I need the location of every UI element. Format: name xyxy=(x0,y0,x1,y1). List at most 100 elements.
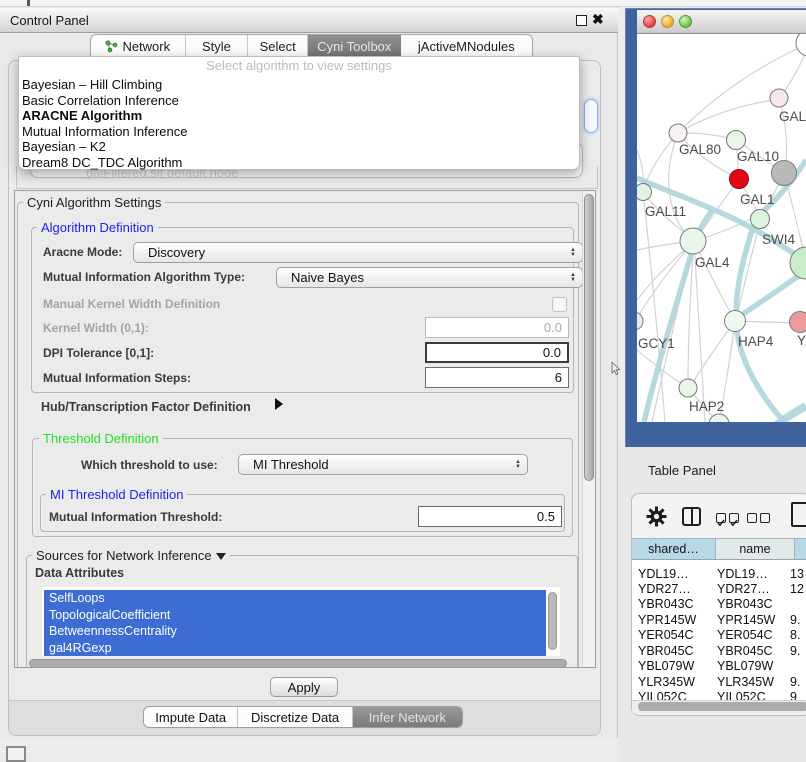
table-cell: YBR045C xyxy=(638,644,694,659)
tab-impute-data[interactable]: Impute Data xyxy=(144,707,238,727)
close-icon[interactable]: ✖ xyxy=(592,11,604,28)
close-traffic-light[interactable] xyxy=(643,15,656,28)
tab-cyni-toolbox[interactable]: Cyni Toolbox xyxy=(308,35,401,57)
dropdown-item[interactable]: Dream8 DC_TDC Algorithm xyxy=(22,155,572,170)
table-cell: YLR345W xyxy=(638,675,695,690)
table-row[interactable]: YLR345WYLR345W9. xyxy=(632,675,806,690)
mi-threshold-label: Mutual Information Threshold: xyxy=(49,510,222,524)
node-label: GAL4 xyxy=(695,255,730,270)
mi-steps-input[interactable]: 6 xyxy=(425,367,569,388)
table-cell: YDR27… xyxy=(638,582,691,597)
collapsed-panel-icon[interactable] xyxy=(6,746,26,762)
algorithm-combo-focused[interactable] xyxy=(584,99,598,133)
tab-network[interactable]: Network xyxy=(91,35,186,57)
node-label: GAL11 xyxy=(645,204,686,219)
table-cell: YBL079W xyxy=(638,659,694,674)
table-cell: YER054C xyxy=(717,628,773,643)
float-window-icon[interactable] xyxy=(576,15,587,26)
document-icon[interactable] xyxy=(791,502,806,527)
tab-select[interactable]: Select xyxy=(248,35,308,57)
table-cell: YDL19… xyxy=(638,567,689,582)
unchecked-checkbox-icon[interactable] xyxy=(747,513,757,523)
hub-definition-label[interactable]: Hub/Transcription Factor Definition xyxy=(41,400,251,414)
mi-threshold-definition-title: MI Threshold Definition xyxy=(46,487,187,502)
top-strip-tick xyxy=(27,0,30,6)
table-cell: YIL052C xyxy=(717,690,766,700)
threshold-definition-title: Threshold Definition xyxy=(39,431,163,446)
table-cell: 9. xyxy=(790,613,800,628)
mi-algorithm-type-select[interactable]: Naive Bayes ▲▼ xyxy=(276,267,583,288)
algorithm-dropdown-prompt: Select algorithm to view settings xyxy=(18,58,580,73)
settings-vertical-scrollbar-thumb[interactable] xyxy=(584,194,594,481)
table-cell: 12 xyxy=(790,582,804,597)
checked-checkbox-icon[interactable] xyxy=(716,513,726,523)
mi-threshold-input[interactable]: 0.5 xyxy=(418,506,562,527)
data-attributes-label: Data Attributes xyxy=(35,566,124,580)
network-canvas[interactable]: GAL7 GAL80 GAL10 GAL1 GAL11 SWI4 GAL4 GC… xyxy=(637,34,806,422)
which-threshold-label: Which threshold to use: xyxy=(81,458,218,472)
table-row[interactable]: YDR27…YDR27…12 xyxy=(632,582,806,597)
mi-algorithm-type-label: Mutual Information Algorithm Type: xyxy=(43,270,245,284)
zoom-traffic-light[interactable] xyxy=(679,15,692,28)
dropdown-item[interactable]: Basic Correlation Inference xyxy=(22,93,572,108)
network-graph: GAL7 GAL80 GAL10 GAL1 GAL11 SWI4 GAL4 GC… xyxy=(637,34,806,422)
tab-discretize-data[interactable]: Discretize Data xyxy=(238,707,352,727)
unchecked-checkbox-icon[interactable] xyxy=(760,513,770,523)
column-header-partial[interactable] xyxy=(795,539,806,559)
node-label: HAP2 xyxy=(689,399,724,414)
settings-horizontal-scrollbar[interactable] xyxy=(29,659,567,668)
table-row[interactable]: YER054C YER054C 8. xyxy=(632,628,806,643)
attribute-item[interactable]: SelfLoops xyxy=(49,590,544,607)
attributes-scrollbar[interactable] xyxy=(548,592,557,650)
column-header-name[interactable]: name xyxy=(716,539,795,559)
table-body: YDL19…YDL19…13YDR27…YDR27…12YBR043CYBR04… xyxy=(632,560,806,700)
dpi-tolerance-input[interactable]: 0.0 xyxy=(425,342,569,363)
which-threshold-select[interactable]: MI Threshold ▲▼ xyxy=(238,454,528,475)
table-row[interactable]: YPR145WYPR145W9. xyxy=(632,613,806,628)
table-row[interactable]: YBR045CYBR045C9. xyxy=(632,644,806,659)
tab-infer-network[interactable]: Infer Network xyxy=(353,707,462,727)
sources-title[interactable]: Sources for Network Inference xyxy=(32,548,230,563)
table-row[interactable]: YDL19…YDL19…13 xyxy=(632,567,806,582)
table-cell: YER054C xyxy=(638,628,694,643)
attribute-item[interactable]: TopologicalCoefficient xyxy=(49,607,544,624)
apply-button[interactable]: Apply xyxy=(270,677,338,697)
table-cell: 9. xyxy=(790,675,800,690)
network-icon xyxy=(105,40,118,53)
manual-kernel-checkbox[interactable] xyxy=(552,297,567,312)
combo-arrows-icon: ▲▼ xyxy=(564,273,582,283)
dropdown-item-selected[interactable]: ARACNE Algorithm xyxy=(22,108,572,123)
dropdown-item[interactable]: Mutual Information Inference xyxy=(22,124,572,139)
checked-checkbox-icon[interactable] xyxy=(729,513,739,523)
dropdown-item[interactable]: Bayesian – K2 xyxy=(22,139,572,154)
tab-style[interactable]: Style xyxy=(186,35,249,57)
column-header-shared[interactable]: shared… xyxy=(632,539,716,559)
table-row[interactable]: YIL052CYIL052C9 xyxy=(632,690,806,700)
mi-steps-label: Mutual Information Steps: xyxy=(43,371,191,385)
aracne-mode-select[interactable]: Discovery ▲▼ xyxy=(133,242,583,263)
combo-arrows-icon: ▲▼ xyxy=(564,248,582,258)
table-cell: YBR043C xyxy=(717,597,773,612)
table-row[interactable]: YBL079W YBL079W xyxy=(632,659,806,674)
control-panel-title: Control Panel xyxy=(10,13,89,28)
kernel-width-input[interactable]: 0.0 xyxy=(425,317,569,338)
algorithm-definition-title: Algorithm Definition xyxy=(37,220,158,235)
table-cell: 9. xyxy=(790,644,800,659)
node-label: GCY1 xyxy=(638,336,675,351)
minimize-traffic-light[interactable] xyxy=(661,15,674,28)
expand-arrow-icon[interactable] xyxy=(275,398,283,410)
attribute-item[interactable]: gal4RGexp xyxy=(49,640,544,657)
table-cell: 8. xyxy=(790,628,800,643)
settings-scrollpane: Cyni Algorithm Settings Algorithm Defini… xyxy=(14,190,596,668)
table-cell: YBL079W xyxy=(717,659,773,674)
attribute-item[interactable]: BetweennessCentrality xyxy=(49,623,544,640)
columns-icon[interactable] xyxy=(682,507,701,526)
dropdown-item[interactable]: Bayesian – Hill Climbing xyxy=(22,77,572,92)
top-strip xyxy=(0,0,806,7)
selected-attributes-block: SelfLoops TopologicalCoefficient Between… xyxy=(44,590,546,656)
table-row[interactable]: YBR043CYBR043C xyxy=(632,597,806,612)
tab-jactivemnodules[interactable]: jActiveMNodules xyxy=(401,35,532,57)
table-cell: 13 xyxy=(790,567,804,582)
gear-icon[interactable] xyxy=(646,506,667,527)
mouse-cursor xyxy=(611,362,621,376)
